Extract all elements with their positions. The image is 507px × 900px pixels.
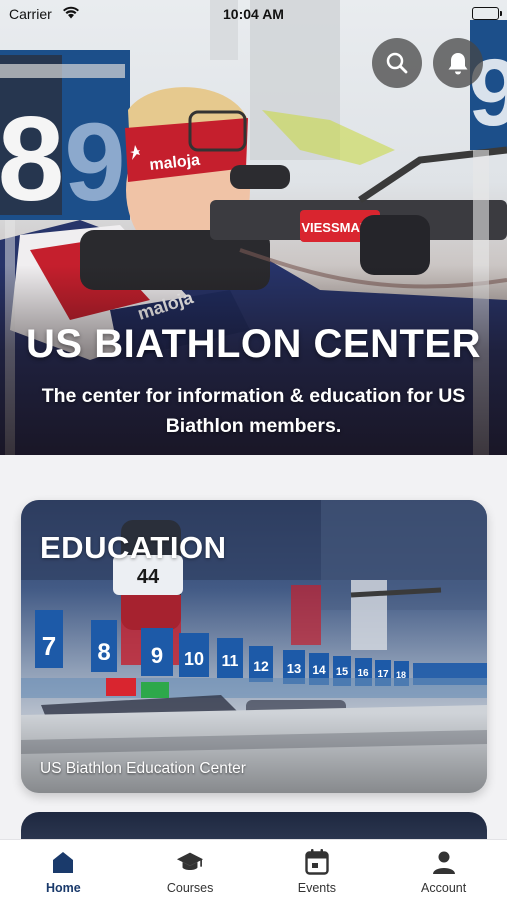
card-caption: US Biathlon Education Center [40, 760, 246, 777]
hero-bib-9: 9 [64, 101, 125, 224]
education-card[interactable]: 44 7 8 9 10 11 12 13 14 15 16 17 18 EDUC… [21, 500, 487, 793]
calendar-icon [303, 848, 331, 876]
hero-bib-8: 8 [0, 92, 64, 226]
target-14: 14 [312, 663, 326, 677]
status-bar: Carrier 10:04 AM [0, 0, 507, 28]
target-13: 13 [287, 661, 301, 676]
tab-events[interactable]: Events [254, 840, 381, 900]
hero-subtitle: The center for information & education f… [41, 385, 466, 437]
tab-events-label: Events [297, 881, 336, 895]
graduation-cap-icon [176, 848, 204, 876]
search-icon [386, 52, 408, 74]
target-9: 9 [151, 643, 163, 668]
hero-banner: 8 9 9 maloja maloja VIESSMANN US BIATHLO… [0, 0, 507, 455]
tab-account-label: Account [421, 881, 467, 895]
hero-title: US BIATHLON CENTER [26, 322, 481, 366]
target-10: 10 [184, 649, 204, 669]
clock: 10:04 AM [223, 6, 284, 22]
target-7: 7 [42, 631, 56, 661]
tab-home-label: Home [46, 881, 81, 895]
card-gradient [21, 713, 487, 793]
user-icon [430, 848, 458, 876]
target-15: 15 [336, 666, 348, 678]
target-8: 8 [97, 639, 110, 666]
tab-bar: Home Courses Events Account [0, 839, 507, 900]
target-16: 16 [357, 668, 369, 679]
target-12: 12 [253, 658, 269, 674]
education-bib-44: 44 [137, 566, 160, 588]
search-button[interactable] [372, 38, 422, 88]
home-icon [49, 848, 77, 876]
tab-courses-label: Courses [166, 881, 214, 895]
target-11: 11 [222, 653, 239, 670]
tab-home[interactable]: Home [0, 840, 127, 900]
battery-icon [472, 7, 502, 20]
tab-account[interactable]: Account [380, 840, 507, 900]
card-title: EDUCATION [40, 530, 227, 565]
notifications-button[interactable] [433, 38, 483, 88]
tab-courses[interactable]: Courses [127, 840, 254, 900]
bell-icon [448, 53, 468, 75]
